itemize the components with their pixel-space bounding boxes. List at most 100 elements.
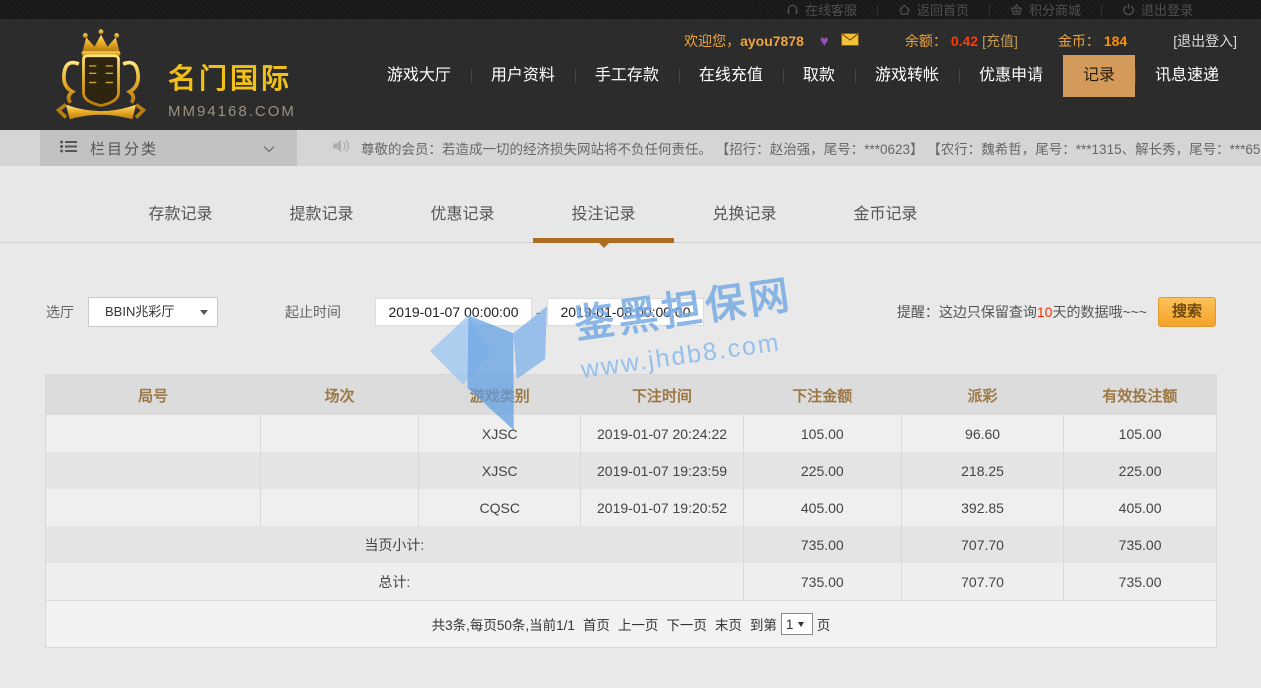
tab-deposit-records[interactable]: 存款记录: [110, 166, 251, 243]
tab-promo-records[interactable]: 优惠记录: [392, 166, 533, 243]
subtotal-bet-amount: 735.00: [743, 526, 901, 563]
tab-bet-records[interactable]: 投注记录: [533, 166, 674, 243]
total-label: 总计:: [46, 563, 743, 600]
welcome-prefix: 欢迎您，: [684, 31, 740, 51]
cell-payout: 96.60: [901, 415, 1063, 452]
page-select-arrow-icon: [798, 622, 804, 630]
site-domain: MM94168.COM: [168, 103, 296, 120]
logout-link[interactable]: [退出登入]: [1173, 31, 1237, 51]
search-button[interactable]: 搜索: [1158, 297, 1216, 327]
cell-round-id: [46, 415, 260, 452]
nav-message-express[interactable]: 讯息速递: [1135, 55, 1239, 97]
balance-label: 余额：: [905, 31, 947, 51]
cell-game-type: CQSC: [419, 489, 581, 526]
announcement-marquee: 尊敬的会员：若造成一切的经济损失网站将不负任何责任。 【招行：赵治强，尾号：**…: [361, 138, 1261, 158]
reminder-days: 10: [1037, 304, 1053, 320]
subtotal-label: 当页小计:: [46, 526, 743, 563]
coins-group: 金币： 184: [1058, 31, 1131, 51]
account-summary-row: 欢迎您， ayou7878 ♥ 余额： 0.42 [充值] 金币： 184 [退…: [684, 31, 1237, 51]
cell-bet-time: 2019-01-07 19:23:59: [581, 452, 743, 489]
online-service-link[interactable]: 在线客服: [786, 0, 857, 19]
pagination-bar: 共3条,每页50条,当前1/1 首页 上一页 下一页 末页 到第 1 页: [46, 600, 1216, 647]
category-dropdown[interactable]: 栏目分类: [40, 130, 297, 166]
date-to-input[interactable]: 2019-01-08 00:00:00: [547, 298, 704, 326]
hall-select[interactable]: BBIN兆彩厅: [88, 297, 218, 327]
site-logo-crest: [42, 27, 160, 132]
reminder-text: 提醒：这边只保留查询10天的数据哦~~~: [897, 297, 1147, 327]
recharge-link[interactable]: [充值]: [982, 31, 1018, 51]
cell-bet-time: 2019-01-07 20:24:22: [581, 415, 743, 452]
tab-coin-records[interactable]: 金币记录: [815, 166, 956, 243]
tab-withdraw-records[interactable]: 提款记录: [251, 166, 392, 243]
speaker-icon: [331, 138, 351, 159]
cell-bet-amount: 105.00: [743, 415, 901, 452]
nav-user-profile[interactable]: 用户资料: [471, 55, 575, 97]
nav-online-recharge[interactable]: 在线充值: [679, 55, 783, 97]
nav-manual-deposit[interactable]: 手工存款: [575, 55, 679, 97]
nav-promo-apply[interactable]: 优惠申请: [959, 55, 1063, 97]
site-header: 名门国际 MM94168.COM 欢迎您， ayou7878 ♥ 余额： 0.4…: [0, 19, 1261, 130]
next-page-link[interactable]: 下一页: [666, 614, 707, 634]
table-row: CQSC 2019-01-07 19:20:52 405.00 392.85 4…: [46, 489, 1216, 526]
category-label: 栏目分类: [90, 138, 263, 159]
goto-page-suffix: 页: [817, 614, 831, 634]
table-header-row: 局号 场次 游戏类别 下注时间 下注金额 派彩 有效投注额: [46, 375, 1216, 415]
mail-icon[interactable]: [841, 33, 859, 49]
select-arrow-icon: [200, 310, 208, 319]
last-page-link[interactable]: 末页: [715, 614, 742, 634]
site-logo-text: 名门国际 MM94168.COM: [168, 57, 296, 120]
col-bet-time: 下注时间: [581, 375, 743, 415]
topbar-divider: [989, 5, 990, 15]
balance-value: 0.42: [951, 33, 978, 49]
col-session: 场次: [260, 375, 418, 415]
subtotal-row: 当页小计: 735.00 707.70 735.00: [46, 526, 1216, 563]
page-select[interactable]: 1: [781, 613, 813, 635]
subtotal-payout: 707.70: [901, 526, 1063, 563]
logout-top-label: 退出登录: [1141, 0, 1193, 19]
nav-withdraw[interactable]: 取款: [783, 55, 855, 97]
nav-game-transfer[interactable]: 游戏转帐: [855, 55, 959, 97]
announcement-bar: 栏目分类 尊敬的会员：若造成一切的经济损失网站将不负任何责任。 【招行：赵治强，…: [0, 130, 1261, 166]
back-home-link[interactable]: 返回首页: [898, 0, 969, 19]
vip-heart-icon: ♥: [820, 33, 829, 50]
prev-page-link[interactable]: 上一页: [618, 614, 659, 634]
col-game-type: 游戏类别: [419, 375, 581, 415]
table-row: XJSC 2019-01-07 19:23:59 225.00 218.25 2…: [46, 452, 1216, 489]
topbar-divider: [877, 5, 878, 15]
date-from-input[interactable]: 2019-01-07 00:00:00: [375, 298, 532, 326]
page-select-value: 1: [786, 617, 794, 632]
col-valid-bet: 有效投注额: [1064, 375, 1216, 415]
record-tabbar: 存款记录 提款记录 优惠记录 投注记录 兑换记录 金币记录: [0, 166, 1261, 243]
points-mall-label: 积分商城: [1029, 0, 1081, 19]
cell-valid-bet: 225.00: [1064, 452, 1216, 489]
cell-game-type: XJSC: [419, 452, 581, 489]
first-page-link[interactable]: 首页: [583, 614, 610, 634]
cell-session: [260, 489, 418, 526]
total-payout: 707.70: [901, 563, 1063, 600]
tab-exchange-records[interactable]: 兑换记录: [674, 166, 815, 243]
cell-payout: 218.25: [901, 452, 1063, 489]
total-row: 总计: 735.00 707.70 735.00: [46, 563, 1216, 600]
headset-icon: [786, 3, 799, 16]
table-row: XJSC 2019-01-07 20:24:22 105.00 96.60 10…: [46, 415, 1216, 452]
cell-bet-amount: 225.00: [743, 452, 901, 489]
nav-game-hall[interactable]: 游戏大厅: [367, 55, 471, 97]
cell-session: [260, 452, 418, 489]
logout-top-link[interactable]: 退出登录: [1122, 0, 1193, 19]
nav-records[interactable]: 记录: [1063, 55, 1135, 97]
site-title: 名门国际: [168, 57, 296, 97]
goto-page-prefix: 到第: [750, 614, 777, 634]
top-utility-bar: 在线客服 返回首页 积分商城 退出登录: [0, 0, 1261, 19]
balance-group: 余额： 0.42 [充值]: [905, 31, 1018, 51]
hall-label: 选厅: [46, 297, 74, 327]
bet-records-table: 局号 场次 游戏类别 下注时间 下注金额 派彩 有效投注额 XJSC 2019-…: [46, 375, 1216, 600]
date-range-label: 起止时间: [285, 297, 341, 327]
points-mall-link[interactable]: 积分商城: [1010, 0, 1081, 19]
home-icon: [898, 3, 911, 16]
topbar-divider: [1101, 5, 1102, 15]
list-icon: [60, 140, 78, 157]
cell-session: [260, 415, 418, 452]
coins-label: 金币：: [1058, 31, 1100, 51]
cell-valid-bet: 105.00: [1064, 415, 1216, 452]
col-bet-amount: 下注金额: [743, 375, 901, 415]
